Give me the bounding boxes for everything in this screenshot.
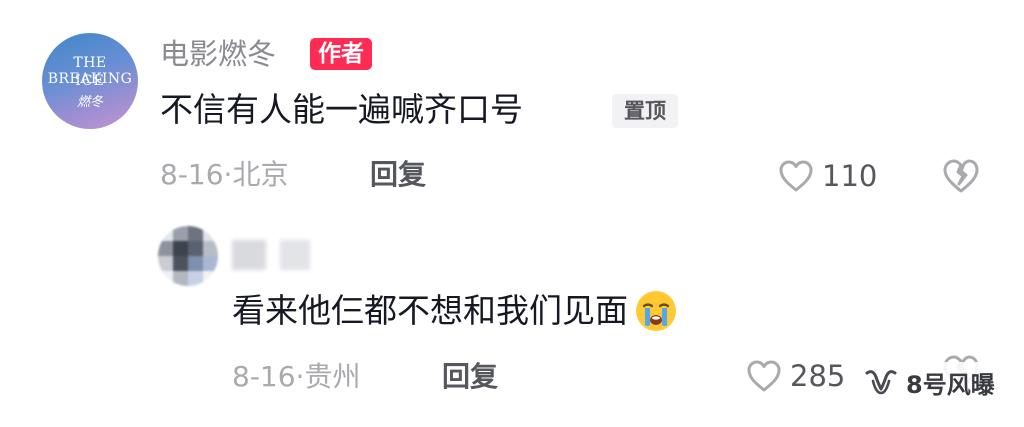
author-badge: 作者 — [310, 38, 372, 70]
loudly-crying-face-icon — [636, 291, 676, 331]
broken-heart-icon — [943, 159, 979, 193]
watermark: 8号风曝 — [858, 362, 1001, 402]
reply-button[interactable]: 回复 — [370, 156, 426, 194]
avatar-logo-line3: 燃冬 — [76, 95, 103, 110]
heart-outline-icon — [747, 360, 781, 392]
reply-text-line: 看来他仨都不想和我们见面 — [232, 289, 678, 333]
dislike-button[interactable] — [942, 158, 980, 194]
comment-text: 不信有人能一遍喊齐口号 — [160, 90, 523, 129]
reply-date: 8-16 — [232, 360, 296, 393]
comment-meta: 8-16·北京 — [160, 156, 288, 194]
reply-meta: 8-16·贵州 — [232, 358, 360, 396]
reply-avatar[interactable] — [158, 226, 218, 286]
reply-username-blurred[interactable] — [232, 240, 310, 270]
reply-text: 看来他仨都不想和我们见面 — [232, 291, 628, 330]
reply-to-reply-button[interactable]: 回复 — [442, 358, 498, 396]
avatar-logo-line2: ICE — [75, 73, 105, 89]
comment-username[interactable]: 电影燃冬 — [160, 36, 276, 72]
comment-location: 北京 — [232, 158, 289, 191]
like-button[interactable]: 110 — [778, 156, 877, 196]
watermark-text: 8号风曝 — [906, 370, 995, 399]
reply-like-button[interactable]: 285 — [746, 356, 845, 396]
heart-outline-icon — [779, 160, 813, 192]
wechat-channel-icon — [865, 370, 897, 395]
like-count: 110 — [822, 159, 878, 193]
reply-location: 贵州 — [304, 360, 361, 393]
reply-like-count: 285 — [790, 359, 846, 393]
comment-date: 8-16 — [160, 158, 224, 191]
author-avatar[interactable]: THE BREAKING ICE 燃冬 — [42, 33, 138, 129]
pinned-badge: 置顶 — [612, 94, 678, 128]
